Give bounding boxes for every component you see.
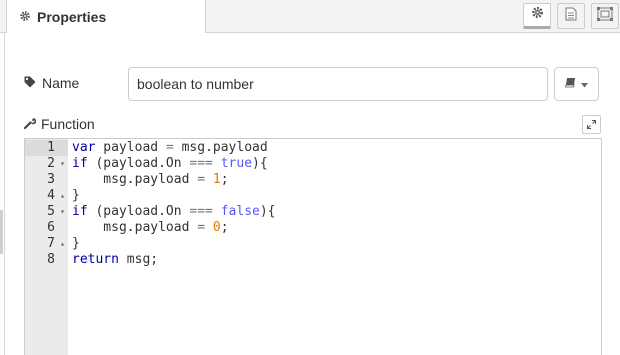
code-token: if	[72, 156, 88, 171]
code-token: 1	[212, 172, 221, 187]
line-number: 3	[25, 172, 68, 188]
code-token: =	[165, 140, 174, 155]
name-input[interactable]	[128, 67, 548, 101]
gear-icon	[19, 10, 31, 24]
code-token: msg;	[118, 252, 159, 267]
code-line: return msg;	[72, 252, 158, 268]
code-token: if	[72, 204, 88, 219]
code-line: }	[72, 236, 80, 252]
code-token: return	[72, 252, 119, 267]
properties-panel: Properties Name boolean to number Functi…	[0, 0, 620, 355]
library-button[interactable]	[554, 67, 599, 101]
tab-properties-label: Properties	[37, 8, 107, 25]
expand-icon	[587, 116, 596, 134]
wrench-icon	[23, 116, 37, 132]
code-editor[interactable]: 1 2 ▾ 3 4 ▴ 5 ▾ 6 7 ▴ 8 var payload = msg.payload if…	[24, 138, 602, 355]
code-token: (payload.On	[87, 156, 190, 171]
code-token: ;	[220, 172, 229, 187]
line-number-text: 1	[47, 140, 55, 155]
code-token: ;	[220, 220, 229, 235]
code-line: msg.payload = 1;	[72, 172, 229, 188]
tab-properties[interactable]: Properties	[6, 0, 206, 33]
settings-tab-button[interactable]	[523, 3, 551, 29]
code-token: true	[220, 156, 253, 171]
code-token: 0	[212, 220, 221, 235]
appearance-icon	[597, 6, 613, 26]
code-token: var	[72, 140, 96, 155]
appearance-tab-button[interactable]	[591, 3, 619, 29]
code-token: msg.payload	[72, 172, 198, 187]
name-label-text: Name	[42, 75, 80, 91]
code-token: payload	[95, 140, 166, 155]
name-label: Name	[24, 75, 79, 91]
line-number-text: 2	[47, 156, 55, 171]
line-number: 8	[25, 252, 68, 268]
code-token: ===	[189, 204, 213, 219]
panel-left-edge	[0, 33, 5, 355]
code-line: if (payload.On === true){	[72, 156, 268, 172]
code-token: }	[72, 188, 80, 203]
line-number-text: 4	[47, 188, 55, 203]
fold-open-icon[interactable]: ▾	[60, 156, 65, 172]
function-label: Function	[23, 116, 95, 132]
resize-handle[interactable]	[0, 210, 3, 254]
line-number-text: 8	[47, 252, 55, 267]
code-token: =	[197, 172, 206, 187]
code-line: }	[72, 188, 80, 204]
line-number: 5 ▾	[25, 204, 68, 220]
line-number: 7 ▴	[25, 236, 68, 252]
line-number: 4 ▴	[25, 188, 68, 204]
code-token: =	[197, 220, 206, 235]
code-token: msg.payload	[173, 140, 268, 155]
code-token: msg.payload	[72, 220, 198, 235]
line-number-text: 6	[47, 220, 55, 235]
code-line: if (payload.On === false){	[72, 204, 276, 220]
description-tab-button[interactable]	[557, 3, 585, 29]
code-line: msg.payload = 0;	[72, 220, 229, 236]
line-number: 2 ▾	[25, 156, 68, 172]
code-line: var payload = msg.payload	[72, 140, 268, 156]
line-number-text: 7	[47, 236, 55, 251]
code-token: ){	[259, 204, 276, 219]
code-token: ===	[189, 156, 213, 171]
line-number-gutter: 1 2 ▾ 3 4 ▴ 5 ▾ 6 7 ▴ 8	[25, 139, 68, 355]
code-token: (payload.On	[87, 204, 190, 219]
code-token: false	[220, 204, 260, 219]
tag-icon	[24, 75, 36, 91]
line-number-text: 5	[47, 204, 55, 219]
code-token: ){	[252, 156, 268, 171]
caret-down-icon	[581, 75, 588, 93]
fold-close-icon[interactable]: ▴	[60, 188, 65, 204]
line-number: 1	[25, 140, 68, 156]
fold-close-icon[interactable]: ▴	[60, 236, 65, 252]
fold-open-icon[interactable]: ▾	[60, 204, 65, 220]
code-token: }	[72, 236, 80, 251]
line-number: 6	[25, 220, 68, 236]
description-icon	[565, 7, 577, 26]
function-label-text: Function	[41, 116, 95, 132]
book-icon	[565, 75, 577, 93]
settings-icon	[531, 6, 544, 24]
expand-editor-button[interactable]	[582, 115, 601, 134]
line-number-text: 3	[47, 172, 55, 187]
